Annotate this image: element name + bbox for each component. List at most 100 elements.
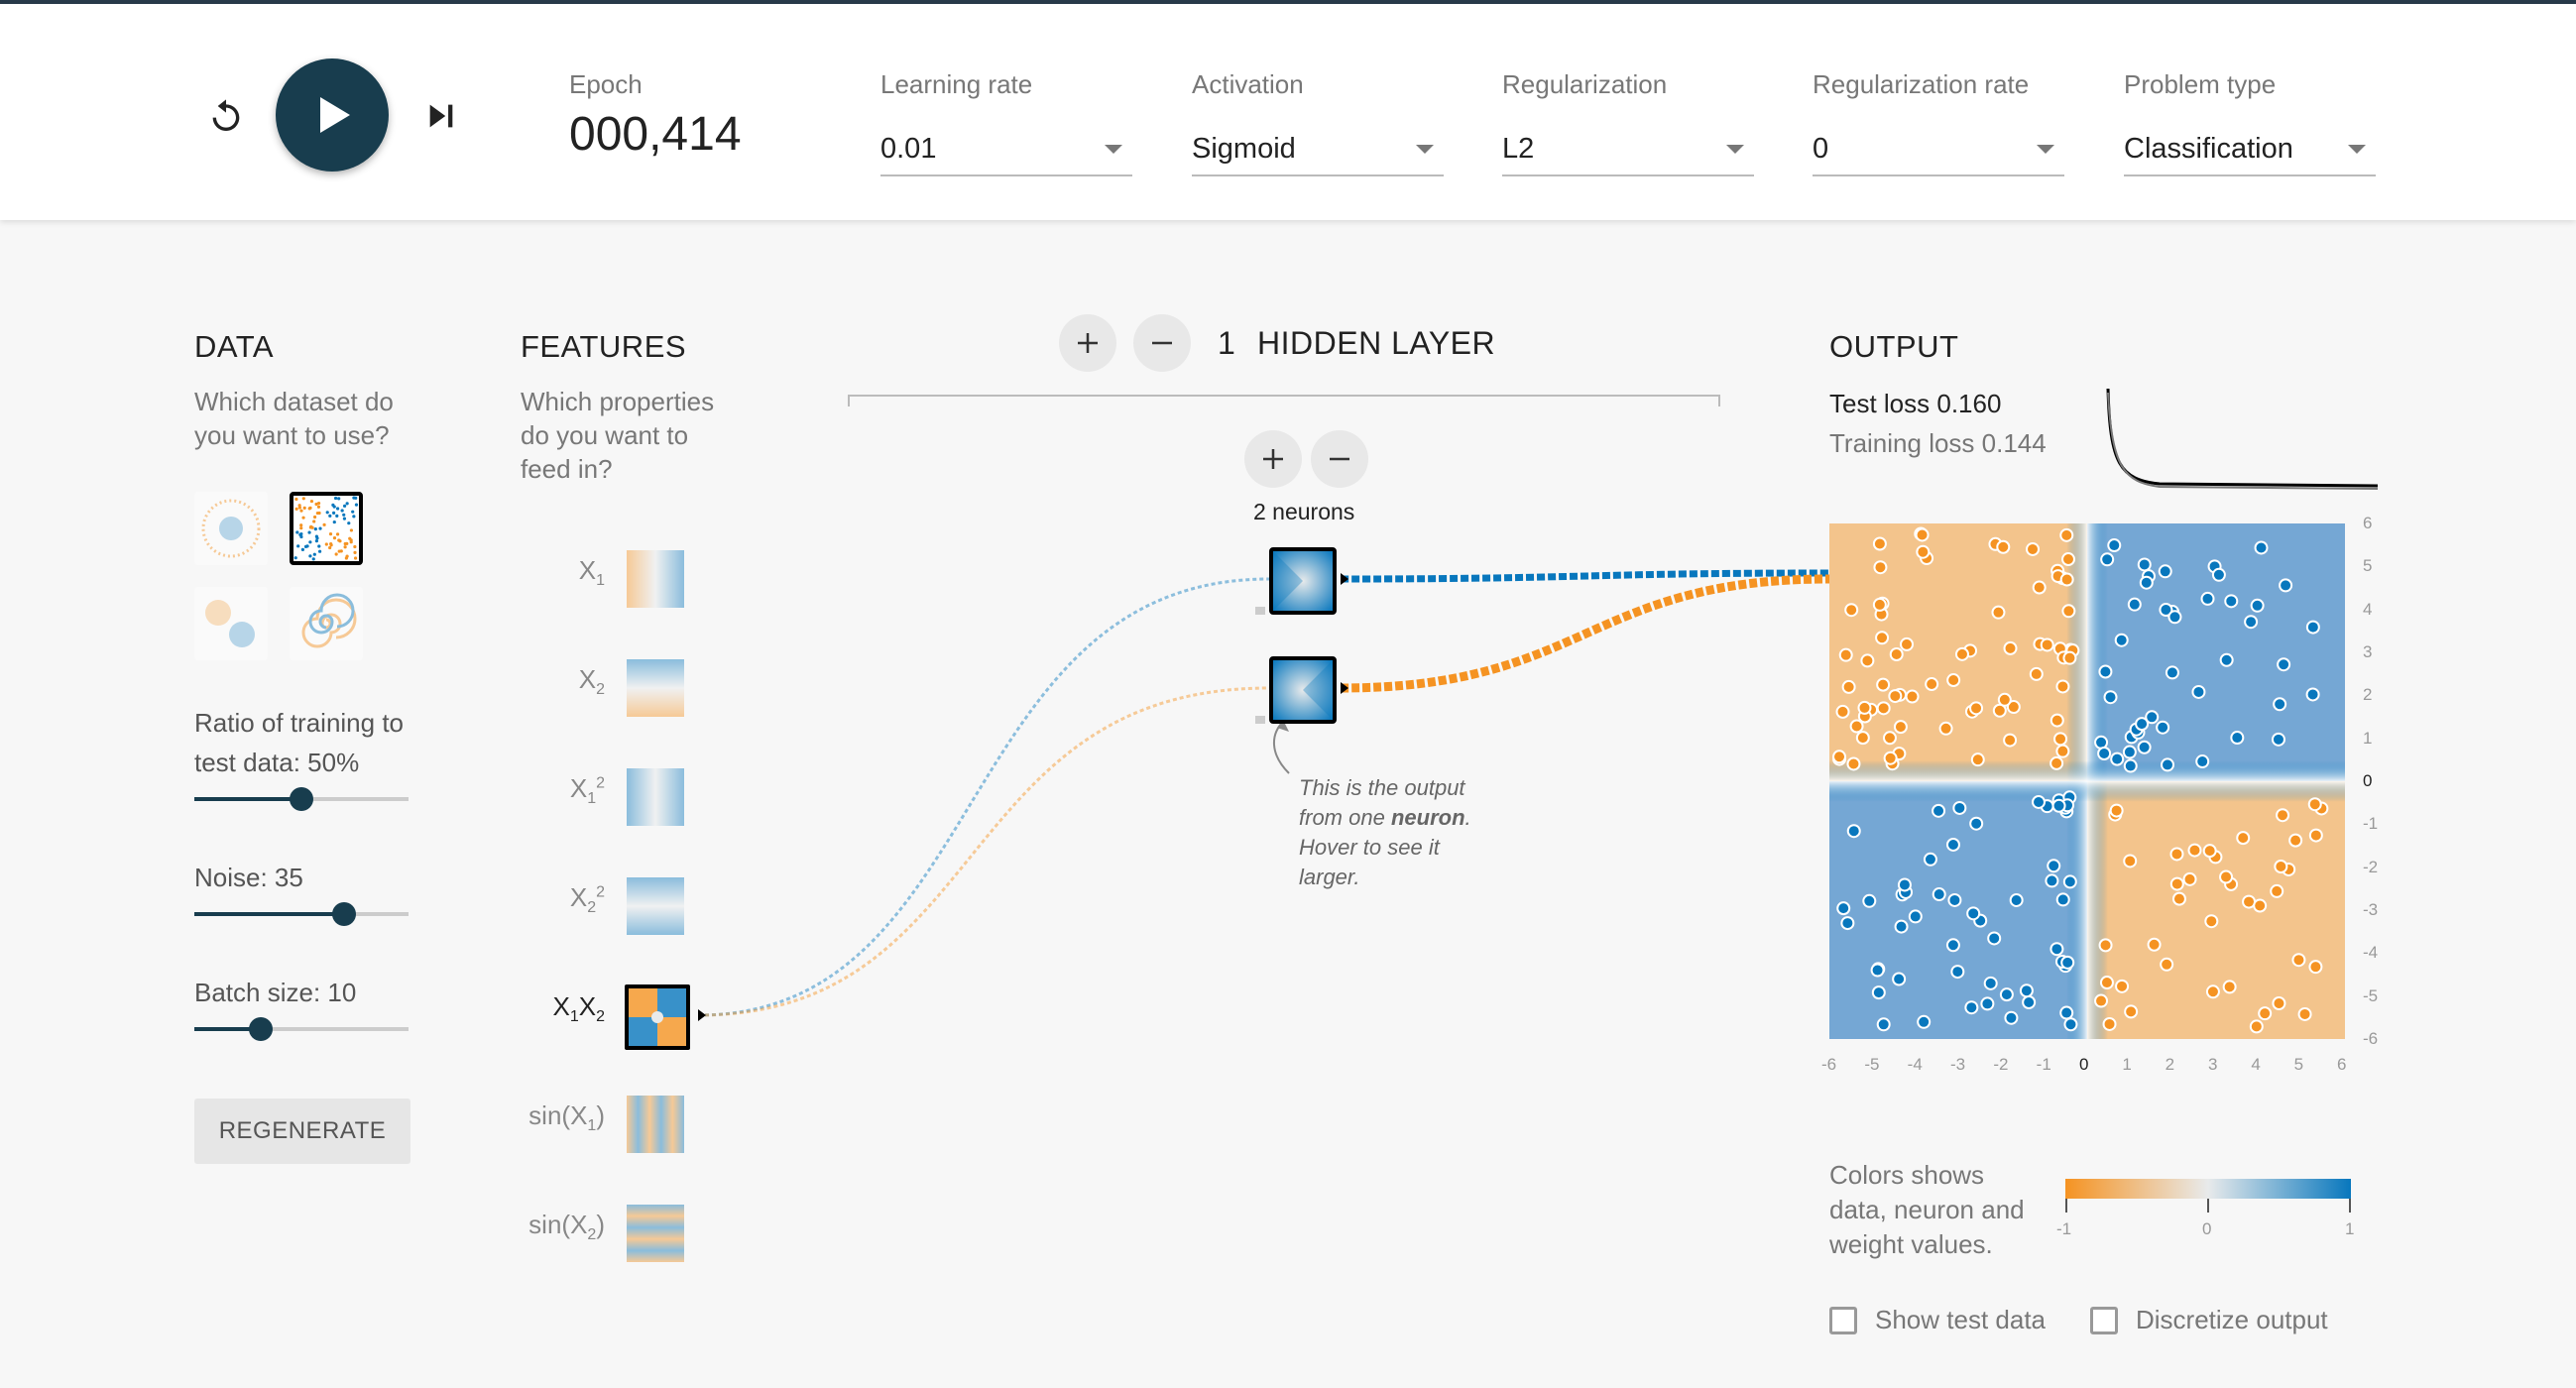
reset-button[interactable]: [201, 91, 251, 141]
play-button[interactable]: [276, 58, 389, 172]
y-tick-label: 4: [2363, 599, 2373, 619]
checkbox-box[interactable]: [1829, 1306, 1857, 1334]
dataset-preview-point: [311, 557, 315, 561]
header-controls: Epoch 000,414 Learning rate 0.01 Activat…: [0, 4, 2576, 220]
data-point: [2147, 937, 2162, 952]
feature-label-x2-squared: X22: [569, 882, 605, 917]
regularization-select[interactable]: L2: [1502, 123, 1754, 176]
feature-x1-squared-toggle[interactable]: [627, 768, 684, 826]
data-point: [1860, 653, 1875, 668]
feature-label-x2: X2: [578, 664, 605, 699]
noise-label: Noise: 35: [194, 863, 303, 892]
activation-select[interactable]: Sigmoid: [1192, 123, 1444, 176]
data-point: [2115, 979, 2130, 993]
hidden-neuron-2[interactable]: [1269, 656, 1337, 724]
data-point: [1872, 597, 1887, 612]
data-point: [1947, 892, 1962, 907]
add-layer-button[interactable]: [1059, 314, 1116, 372]
feature-x1x2-toggle[interactable]: [625, 984, 690, 1050]
dataset-preview-point: [295, 530, 299, 534]
annotation-line-2: from one neuron.: [1299, 805, 1471, 830]
ratio-slider[interactable]: [194, 787, 409, 811]
learning-rate-value: 0.01: [880, 132, 937, 165]
data-point: [2276, 808, 2290, 823]
noise-slider[interactable]: [194, 902, 409, 926]
x-tick-label: -4: [1907, 1055, 1923, 1074]
batch-size-slider[interactable]: [194, 1017, 409, 1041]
data-point: [1894, 919, 1909, 934]
data-point: [1841, 679, 1856, 694]
feature-x1-toggle[interactable]: [627, 550, 684, 608]
checkbox-box[interactable]: [2090, 1306, 2118, 1334]
data-point: [1980, 996, 1995, 1011]
dataset-spiral[interactable]: [290, 587, 363, 660]
data-point: [2308, 828, 2323, 843]
add-neuron-button[interactable]: [1244, 430, 1302, 488]
data-point: [2019, 983, 2034, 998]
data-point: [2156, 720, 2170, 735]
dataset-preview-point: [343, 545, 347, 549]
dataset-preview-point: [354, 503, 359, 507]
regularization-rate-select[interactable]: 0: [1813, 123, 2064, 176]
output-heatmap[interactable]: [1829, 523, 2345, 1039]
features-subtitle-1: Which properties: [521, 387, 715, 416]
feature-x2-squared-toggle[interactable]: [627, 877, 684, 935]
slider-thumb[interactable]: [332, 902, 357, 926]
data-point: [2098, 664, 2113, 679]
annotation-line-4: larger.: [1299, 865, 1360, 889]
problem-type-select[interactable]: Classification: [2124, 123, 2376, 176]
regenerate-button[interactable]: REGENERATE: [194, 1099, 410, 1164]
chevron-down-icon: [1416, 145, 1434, 154]
data-point: [2224, 594, 2239, 609]
slider-thumb[interactable]: [290, 787, 313, 811]
dataset-preview-point: [314, 502, 318, 507]
slider-thumb[interactable]: [249, 1017, 274, 1041]
hidden-neuron-1[interactable]: [1269, 547, 1337, 615]
data-point: [2305, 620, 2320, 635]
data-point: [1862, 893, 1877, 908]
data-point: [2254, 540, 2269, 555]
feature-label-x1sq-sub: 1: [587, 790, 597, 808]
data-point: [2200, 591, 2215, 606]
show-test-data-checkbox[interactable]: Show test data: [1829, 1305, 2046, 1335]
data-point: [1999, 987, 2014, 1002]
data-point: [2171, 891, 2186, 906]
data-point: [2029, 666, 2044, 681]
feature-x2-toggle[interactable]: [627, 659, 684, 717]
data-point: [1846, 824, 1861, 839]
data-point: [2211, 567, 2226, 582]
data-point: [2004, 1010, 2019, 1025]
data-point: [2169, 876, 2184, 891]
remove-neuron-button[interactable]: [1311, 430, 1368, 488]
feature-label-x2-sub: 2: [596, 681, 605, 699]
x-tick-label: 2: [2165, 1055, 2175, 1074]
data-point: [2139, 575, 2154, 590]
legend-tick-max: 1: [2345, 1219, 2355, 1238]
y-tick-label: 1: [2363, 728, 2373, 748]
data-point: [2003, 640, 2018, 655]
dataset-preview-point: [338, 539, 342, 543]
data-point: [2291, 953, 2306, 968]
training-loss: Training loss 0.144: [1829, 428, 2047, 458]
dataset-xor[interactable]: [290, 492, 363, 565]
learning-rate-select[interactable]: 0.01: [880, 123, 1132, 176]
step-button[interactable]: [416, 91, 466, 141]
data-point: [1882, 731, 1897, 746]
data-point: [2277, 657, 2291, 672]
data-point: [1969, 816, 1984, 831]
link-input-neuron1: [697, 577, 1270, 1017]
data-point: [2250, 598, 2265, 613]
data-point: [1925, 677, 1939, 692]
feature-sin-x1-toggle[interactable]: [627, 1096, 684, 1153]
annotation-from-one: from one: [1299, 805, 1385, 830]
dataset-gaussian[interactable]: [194, 587, 268, 660]
discretize-output-checkbox[interactable]: Discretize output: [2090, 1305, 2328, 1335]
remove-layer-button[interactable]: [1133, 314, 1191, 372]
feature-sin-x2-toggle[interactable]: [627, 1205, 684, 1262]
dataset-circle[interactable]: [194, 492, 268, 565]
data-point: [2191, 684, 2206, 699]
chevron-down-icon: [1726, 145, 1744, 154]
slider-fill: [194, 912, 345, 916]
legend-line-3: weight values.: [1829, 1229, 1993, 1259]
dataset-preview-point: [345, 502, 349, 506]
